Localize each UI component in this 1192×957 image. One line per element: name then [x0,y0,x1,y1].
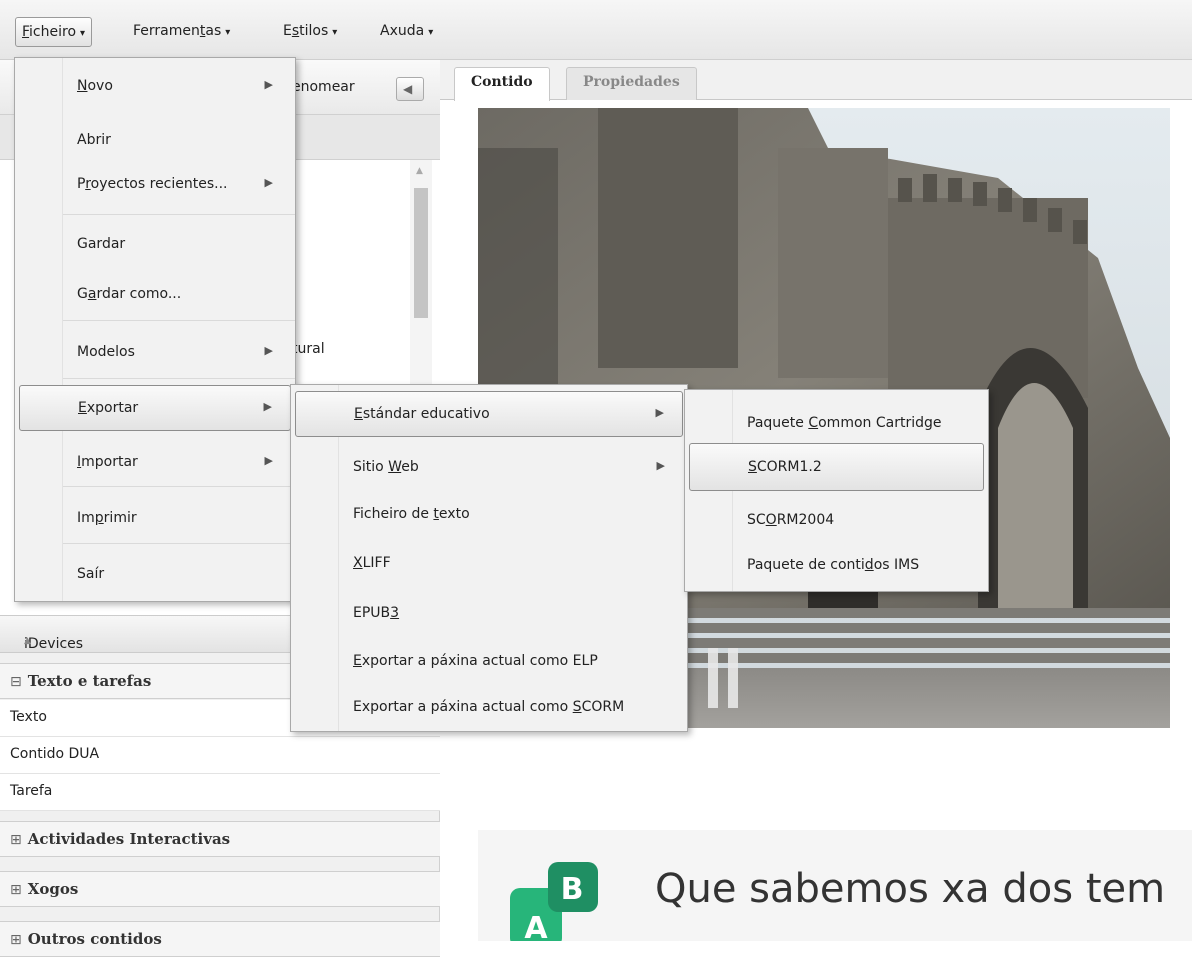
rename-button[interactable]: enomear [292,79,355,95]
submenu-arrow-icon: ▶ [264,176,273,189]
menu-ferramentas[interactable]: Ferramentas ▾ [127,17,236,47]
collapse-panel-button[interactable]: ◀ [396,77,424,101]
menu-item-estandar-educativo[interactable]: Estándar educativo ▶ [295,391,683,437]
caret-down-icon: ▾ [332,27,338,38]
scroll-up-icon[interactable]: ▲ [416,166,423,176]
file-menu: Novo ▶ Abrir Proyectos recientes... ▶ Ga… [14,57,296,602]
submenu-arrow-icon: ▶ [656,459,665,472]
idevice-item-tarefa[interactable]: Tarefa [0,774,440,811]
tab-bar: Contido Propiedades [440,60,1192,101]
scroll-thumb[interactable] [414,188,428,318]
expand-icon: ⊞ [10,832,22,848]
tree-node-label[interactable]: tural [292,341,325,357]
category-label: Outros contidos [27,930,162,948]
menu-item-exportar[interactable]: Exportar ▶ [19,385,291,431]
menu-item-scorm12[interactable]: SCORM1.2 [689,443,984,491]
caret-down-icon: ▾ [80,28,86,39]
submenu-arrow-icon: ▶ [264,344,273,357]
ab-logo-icon: B A [510,860,600,948]
submenu-arrow-icon: ▶ [655,406,664,419]
submenu-arrow-icon: ▶ [263,400,272,413]
category-label: Texto e tarefas [27,672,152,690]
category-actividades-interactivas[interactable]: ⊞ Actividades Interactivas [0,821,440,857]
submenu-arrow-icon: ▶ [264,454,273,467]
expand-icon: ⊞ [10,882,22,898]
banner-title: Que sabemos xa dos tem [655,866,1166,912]
idevices-title: iDevices [24,636,84,652]
menu-separator [63,378,295,379]
collapse-icon: ⊟ [10,674,22,690]
menu-axuda[interactable]: Axuda ▾ [374,17,439,47]
menu-gutter [15,58,63,601]
arrow-left-icon: ◀ [403,82,413,96]
expand-icon: ⊞ [10,932,22,948]
category-label: Xogos [27,880,79,898]
submenu-arrow-icon: ▶ [264,78,273,91]
tab-propiedades[interactable]: Propiedades [566,67,697,100]
category-outros-contidos[interactable]: ⊞ Outros contidos [0,921,440,957]
idevice-item-contido-dua[interactable]: Contido DUA [0,737,440,774]
logo-letter-b: B [561,872,584,907]
menu-ficheiro[interactable]: Ficheiro ▾ [15,17,93,47]
menu-bar: Ficheiro ▾ Ferramentas ▾ Estilos ▾ Axuda ▾ [0,0,1192,60]
menu-separator [63,214,295,215]
tab-contido[interactable]: Contido [454,67,550,101]
caret-down-icon: ▾ [428,27,434,38]
category-xogos[interactable]: ⊞ Xogos [0,871,440,907]
standard-submenu: Paquete Common Cartridge SCORM1.2 SCORM2… [684,389,989,592]
sort-arrow-icon: ▲ [24,636,31,646]
logo-letter-a: A [524,911,548,941]
export-submenu: Estándar educativo ▶ Sitio Web ▶ Ficheir… [290,384,688,732]
caret-down-icon: ▾ [225,27,231,38]
menu-separator [63,543,295,544]
menu-estilos[interactable]: Estilos ▾ [277,17,343,47]
category-label: Actividades Interactivas [27,830,231,848]
menu-separator [63,320,295,321]
menu-separator [63,486,295,487]
activity-banner: B A Que sabemos xa dos tem [478,830,1192,948]
